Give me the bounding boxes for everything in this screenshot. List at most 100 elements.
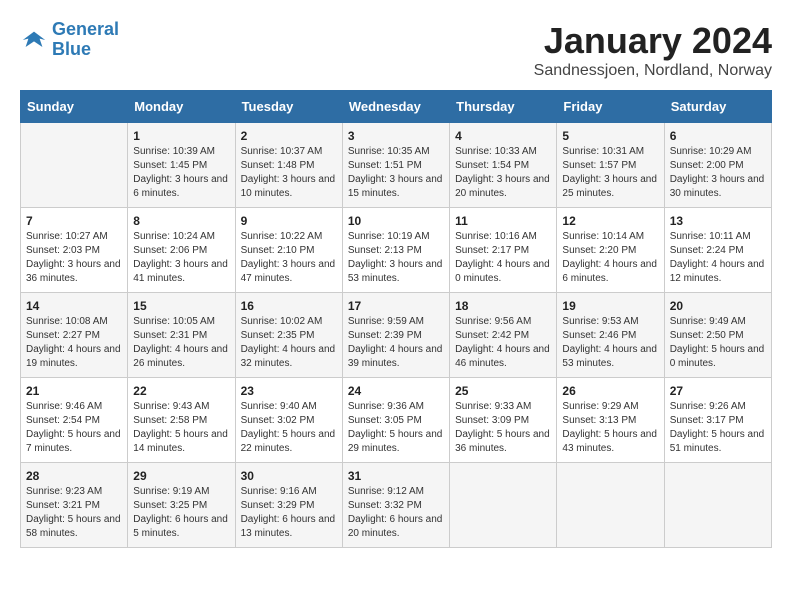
cell-daylight-info: Sunrise: 9:36 AM Sunset: 3:05 PM Dayligh… [348, 400, 444, 456]
day-header-wednesday: Wednesday [342, 91, 449, 123]
day-header-sunday: Sunday [21, 91, 128, 123]
date-number: 31 [348, 469, 444, 483]
subtitle: Sandnessjoen, Nordland, Norway [534, 62, 772, 80]
calendar-cell: 4 Sunrise: 10:33 AM Sunset: 1:54 PM Dayli… [450, 123, 557, 208]
date-number: 11 [455, 214, 551, 228]
cell-daylight-info: Sunrise: 10:33 AM Sunset: 1:54 PM Daylig… [455, 145, 551, 201]
logo-icon [20, 26, 48, 54]
date-number: 16 [241, 299, 337, 313]
calendar-cell: 19 Sunrise: 9:53 AM Sunset: 2:46 PM Dayli… [557, 293, 664, 378]
cell-daylight-info: Sunrise: 10:22 AM Sunset: 2:10 PM Daylig… [241, 230, 337, 286]
date-number: 21 [26, 384, 122, 398]
cell-daylight-info: Sunrise: 9:23 AM Sunset: 3:21 PM Dayligh… [26, 485, 122, 541]
date-number: 8 [133, 214, 229, 228]
cell-daylight-info: Sunrise: 10:02 AM Sunset: 2:35 PM Daylig… [241, 315, 337, 371]
day-header-tuesday: Tuesday [235, 91, 342, 123]
date-number: 9 [241, 214, 337, 228]
calendar-cell: 25Sunrise: 9:33 AM Sunset: 3:09 PM Dayli… [450, 378, 557, 463]
cell-daylight-info: Sunrise: 10:39 AM Sunset: 1:45 PM Daylig… [133, 145, 229, 201]
calendar-cell: 3Sunrise: 10:35 AM Sunset: 1:51 PM Dayli… [342, 123, 449, 208]
cell-daylight-info: Sunrise: 10:05 AM Sunset: 2:31 PM Daylig… [133, 315, 229, 371]
calendar-week-row: 21Sunrise: 9:46 AM Sunset: 2:54 PM Dayli… [21, 378, 772, 463]
calendar-cell: 30 Sunrise: 9:16 AM Sunset: 3:29 PM Dayli… [235, 463, 342, 548]
cell-daylight-info: Sunrise: 9:12 AM Sunset: 3:32 PM Dayligh… [348, 485, 444, 541]
cell-daylight-info: Sunrise: 9:59 AM Sunset: 2:39 PM Dayligh… [348, 315, 444, 371]
date-number: 1 [133, 129, 229, 143]
calendar-cell: 5 Sunrise: 10:31 AM Sunset: 1:57 PM Dayli… [557, 123, 664, 208]
main-title: January 2024 [534, 20, 772, 62]
logo-text: General Blue [52, 20, 119, 60]
calendar-cell: 31 Sunrise: 9:12 AM Sunset: 3:32 PM Dayli… [342, 463, 449, 548]
calendar-cell: 18 Sunrise: 9:56 AM Sunset: 2:42 PM Dayli… [450, 293, 557, 378]
cell-daylight-info: Sunrise: 9:26 AM Sunset: 3:17 PM Dayligh… [670, 400, 766, 456]
header: General Blue January 2024 Sandnessjoen, … [20, 20, 772, 80]
calendar-cell: 8 Sunrise: 10:24 AM Sunset: 2:06 PM Dayli… [128, 208, 235, 293]
date-number: 22 [133, 384, 229, 398]
cell-daylight-info: Sunrise: 10:16 AM Sunset: 2:17 PM Daylig… [455, 230, 551, 286]
calendar-cell: 13 Sunrise: 10:11 AM Sunset: 2:24 PM Dayl… [664, 208, 771, 293]
date-number: 14 [26, 299, 122, 313]
date-number: 10 [348, 214, 444, 228]
cell-daylight-info: Sunrise: 9:19 AM Sunset: 3:25 PM Dayligh… [133, 485, 229, 541]
calendar-cell: 11 Sunrise: 10:16 AM Sunset: 2:17 PM Dayl… [450, 208, 557, 293]
date-number: 27 [670, 384, 766, 398]
title-section: January 2024 Sandnessjoen, Nordland, Nor… [534, 20, 772, 80]
calendar-week-row: 28 Sunrise: 9:23 AM Sunset: 3:21 PM Dayli… [21, 463, 772, 548]
date-number: 13 [670, 214, 766, 228]
cell-daylight-info: Sunrise: 10:24 AM Sunset: 2:06 PM Daylig… [133, 230, 229, 286]
calendar-cell: 21Sunrise: 9:46 AM Sunset: 2:54 PM Dayli… [21, 378, 128, 463]
calendar-cell: 17 Sunrise: 9:59 AM Sunset: 2:39 PM Dayli… [342, 293, 449, 378]
calendar-week-row: 14 Sunrise: 10:08 AM Sunset: 2:27 PM Dayl… [21, 293, 772, 378]
calendar-cell: 16 Sunrise: 10:02 AM Sunset: 2:35 PM Dayl… [235, 293, 342, 378]
calendar-table: SundayMondayTuesdayWednesdayThursdayFrid… [20, 90, 772, 548]
date-number: 15 [133, 299, 229, 313]
calendar-cell: 12Sunrise: 10:14 AM Sunset: 2:20 PM Dayl… [557, 208, 664, 293]
cell-daylight-info: Sunrise: 10:11 AM Sunset: 2:24 PM Daylig… [670, 230, 766, 286]
cell-daylight-info: Sunrise: 10:31 AM Sunset: 1:57 PM Daylig… [562, 145, 658, 201]
date-number: 4 [455, 129, 551, 143]
date-number: 29 [133, 469, 229, 483]
calendar-cell: 26Sunrise: 9:29 AM Sunset: 3:13 PM Dayli… [557, 378, 664, 463]
calendar-cell: 6 Sunrise: 10:29 AM Sunset: 2:00 PM Dayli… [664, 123, 771, 208]
cell-daylight-info: Sunrise: 10:37 AM Sunset: 1:48 PM Daylig… [241, 145, 337, 201]
date-number: 28 [26, 469, 122, 483]
date-number: 26 [562, 384, 658, 398]
calendar-cell: 2 Sunrise: 10:37 AM Sunset: 1:48 PM Dayli… [235, 123, 342, 208]
calendar-cell [450, 463, 557, 548]
date-number: 20 [670, 299, 766, 313]
calendar-cell: 15 Sunrise: 10:05 AM Sunset: 2:31 PM Dayl… [128, 293, 235, 378]
logo: General Blue [20, 20, 119, 60]
calendar-cell [664, 463, 771, 548]
date-number: 17 [348, 299, 444, 313]
day-header-monday: Monday [128, 91, 235, 123]
calendar-cell: 23 Sunrise: 9:40 AM Sunset: 3:02 PM Dayli… [235, 378, 342, 463]
date-number: 23 [241, 384, 337, 398]
calendar-cell: 22Sunrise: 9:43 AM Sunset: 2:58 PM Dayli… [128, 378, 235, 463]
cell-daylight-info: Sunrise: 9:53 AM Sunset: 2:46 PM Dayligh… [562, 315, 658, 371]
date-number: 18 [455, 299, 551, 313]
cell-daylight-info: Sunrise: 10:19 AM Sunset: 2:13 PM Daylig… [348, 230, 444, 286]
calendar-week-row: 1 Sunrise: 10:39 AM Sunset: 1:45 PM Dayli… [21, 123, 772, 208]
calendar-header-row: SundayMondayTuesdayWednesdayThursdayFrid… [21, 91, 772, 123]
date-number: 12 [562, 214, 658, 228]
cell-daylight-info: Sunrise: 9:16 AM Sunset: 3:29 PM Dayligh… [241, 485, 337, 541]
date-number: 19 [562, 299, 658, 313]
date-number: 6 [670, 129, 766, 143]
date-number: 25 [455, 384, 551, 398]
day-header-thursday: Thursday [450, 91, 557, 123]
date-number: 2 [241, 129, 337, 143]
cell-daylight-info: Sunrise: 10:08 AM Sunset: 2:27 PM Daylig… [26, 315, 122, 371]
cell-daylight-info: Sunrise: 9:56 AM Sunset: 2:42 PM Dayligh… [455, 315, 551, 371]
date-number: 30 [241, 469, 337, 483]
day-header-saturday: Saturday [664, 91, 771, 123]
date-number: 24 [348, 384, 444, 398]
calendar-cell: 24 Sunrise: 9:36 AM Sunset: 3:05 PM Dayli… [342, 378, 449, 463]
cell-daylight-info: Sunrise: 10:29 AM Sunset: 2:00 PM Daylig… [670, 145, 766, 201]
date-number: 3 [348, 129, 444, 143]
cell-daylight-info: Sunrise: 9:40 AM Sunset: 3:02 PM Dayligh… [241, 400, 337, 456]
date-number: 7 [26, 214, 122, 228]
calendar-cell: 29 Sunrise: 9:19 AM Sunset: 3:25 PM Dayli… [128, 463, 235, 548]
calendar-cell: 28 Sunrise: 9:23 AM Sunset: 3:21 PM Dayli… [21, 463, 128, 548]
calendar-cell [557, 463, 664, 548]
date-number: 5 [562, 129, 658, 143]
